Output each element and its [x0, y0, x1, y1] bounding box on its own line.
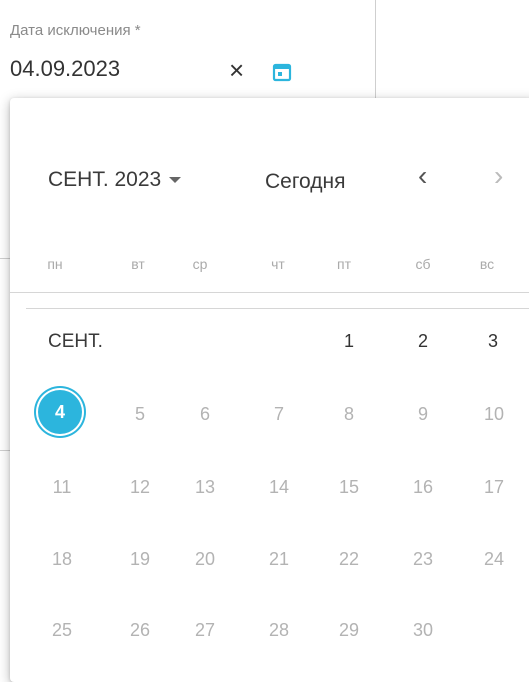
weekday-header: вс: [479, 256, 495, 272]
calendar-icon[interactable]: [272, 62, 292, 82]
calendar-day: 23: [412, 549, 434, 569]
month-year-label: СЕНТ. 2023: [48, 168, 162, 191]
caret-down-icon: [169, 177, 182, 184]
calendar-day: 19: [129, 549, 151, 569]
calendar-day: 29: [338, 620, 360, 640]
calendar-day: 17: [483, 477, 505, 497]
calendar-popup: СЕНТ. 2023 Сегодня ‹ › пн вт ср чт пт сб…: [10, 98, 529, 682]
calendar-day: 30: [412, 620, 434, 640]
calendar-day: 6: [199, 404, 210, 424]
calendar-day[interactable]: 3: [473, 330, 513, 352]
calendar-day[interactable]: 2: [403, 330, 443, 352]
background-divider: [375, 0, 376, 100]
calendar-day: 8: [343, 404, 354, 424]
calendar-day: 25: [51, 620, 73, 640]
background-divider: [0, 450, 10, 451]
exclusion-date-field[interactable]: Дата исключения * 04.09.2023 ×: [10, 22, 370, 85]
calendar-day: 21: [268, 549, 290, 569]
calendar-day: 7: [273, 404, 284, 424]
calendar-day: 16: [412, 477, 434, 497]
weekday-header: сб: [415, 256, 431, 272]
month-year-select[interactable]: СЕНТ. 2023: [48, 168, 182, 192]
calendar-day: 12: [129, 477, 151, 497]
weekday-header: вт: [131, 256, 145, 272]
today-button[interactable]: Сегодня: [265, 170, 345, 194]
calendar-day: 15: [338, 477, 360, 497]
selected-day[interactable]: 4: [38, 390, 82, 434]
calendar-day: 27: [194, 620, 216, 640]
date-input[interactable]: 04.09.2023: [10, 56, 120, 82]
calendar-day: 18: [51, 549, 73, 569]
calendar-day[interactable]: 1: [329, 330, 369, 352]
chevron-right-icon[interactable]: ›: [494, 160, 503, 192]
calendar-day: 14: [268, 477, 290, 497]
chevron-left-icon[interactable]: ‹: [418, 160, 427, 192]
calendar-day: 28: [268, 620, 290, 640]
calendar-day: 20: [194, 549, 216, 569]
background-divider: [0, 258, 10, 259]
weekday-header: ср: [192, 256, 208, 272]
weekday-header: пн: [47, 256, 63, 272]
weekday-divider: [10, 292, 529, 293]
calendar-day: 11: [52, 477, 72, 497]
calendar-day: 22: [338, 549, 360, 569]
month-divider: [26, 308, 529, 309]
weekday-header: чт: [271, 256, 285, 272]
calendar-day: 10: [483, 404, 505, 424]
close-icon[interactable]: ×: [229, 55, 244, 85]
calendar-day: 13: [194, 477, 216, 497]
calendar-day: 5: [134, 404, 145, 424]
month-label: СЕНТ.: [48, 331, 103, 352]
field-label: Дата исключения *: [10, 22, 141, 39]
calendar-day: 9: [417, 404, 428, 424]
calendar-day: 24: [483, 549, 505, 569]
weekday-header: пт: [337, 256, 351, 272]
calendar-day: 26: [129, 620, 151, 640]
